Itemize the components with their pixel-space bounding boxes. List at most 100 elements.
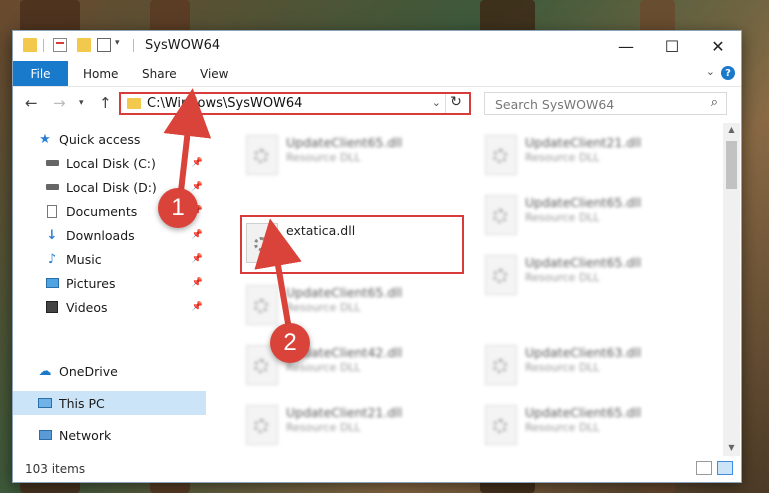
- sidebar-item-pictures[interactable]: Pictures 📌: [13, 271, 206, 295]
- file-name: UpdateClient65.dll: [286, 135, 403, 150]
- sidebar-item-label: Downloads: [66, 227, 135, 243]
- file-item[interactable]: UpdateClient65.dll Resource DLL: [479, 191, 699, 249]
- forward-arrow-icon[interactable]: →: [53, 94, 66, 112]
- up-arrow-icon[interactable]: ↑: [99, 94, 112, 112]
- file-type: Resource DLL: [525, 361, 600, 374]
- step-badge-1: 1: [158, 188, 198, 228]
- address-bar[interactable]: C:\Windows\SysWOW64 ⌄ ↻: [119, 92, 471, 115]
- close-button[interactable]: ✕: [695, 31, 741, 61]
- new-folder-icon[interactable]: [77, 38, 91, 52]
- video-icon: [44, 299, 60, 315]
- separator: [133, 39, 134, 52]
- computer-icon: [37, 395, 53, 411]
- sidebar-item-label: Videos: [66, 299, 108, 315]
- tab-share[interactable]: Share: [142, 61, 177, 86]
- file-type: Resource DLL: [286, 421, 361, 434]
- customize-dropdown-icon[interactable]: ▾: [115, 38, 120, 48]
- chevron-down-icon[interactable]: ⌄: [706, 65, 715, 78]
- properties-icon[interactable]: [53, 38, 67, 52]
- sidebar-item-label: Network: [59, 427, 112, 443]
- file-item[interactable]: UpdateClient65.dll Resource DLL: [479, 401, 699, 453]
- file-item[interactable]: UpdateClient21.dll Resource DLL: [479, 131, 699, 189]
- minimize-button[interactable]: —: [603, 31, 649, 61]
- sidebar-item-quick-access[interactable]: ★ Quick access: [13, 127, 206, 151]
- file-name: UpdateClient65.dll: [525, 255, 642, 270]
- search-box[interactable]: ⌕: [484, 92, 727, 115]
- separator: [43, 39, 44, 52]
- search-input[interactable]: [493, 94, 697, 115]
- sidebar-item-music[interactable]: ♪ Music 📌: [13, 247, 206, 271]
- back-arrow-icon[interactable]: ←: [25, 94, 38, 112]
- ribbon-tabs: File Home Share View ⌄ ?: [13, 61, 741, 87]
- drive-icon: [44, 155, 60, 171]
- status-bar: 103 items: [13, 456, 741, 482]
- download-icon: ↓: [46, 227, 58, 243]
- dll-file-icon: [485, 345, 517, 385]
- sidebar-item-label: Music: [66, 251, 102, 267]
- pin-icon[interactable]: 📌: [192, 230, 203, 240]
- chevron-down-icon[interactable]: ⌄: [432, 96, 441, 109]
- scroll-up-icon[interactable]: ▲: [723, 125, 740, 139]
- dll-file-icon: [246, 285, 278, 325]
- document-icon: [44, 203, 60, 219]
- sidebar-item-label: Local Disk (D:): [66, 179, 157, 195]
- rename-icon[interactable]: [97, 38, 111, 52]
- recent-locations-icon[interactable]: ▾: [79, 98, 84, 108]
- folder-icon[interactable]: [23, 38, 37, 52]
- star-icon: ★: [39, 131, 51, 147]
- help-icon[interactable]: ?: [721, 66, 735, 80]
- tab-file[interactable]: File: [13, 61, 68, 86]
- scroll-down-icon[interactable]: ▼: [723, 443, 740, 457]
- picture-icon: [44, 275, 60, 291]
- title-bar: ▾ SysWOW64 — ☐ ✕: [13, 31, 741, 61]
- sidebar-item-this-pc[interactable]: This PC: [13, 391, 206, 415]
- file-name: UpdateClient21.dll: [525, 135, 642, 150]
- file-name: UpdateClient65.dll: [525, 405, 642, 420]
- file-name: UpdateClient21.dll: [286, 405, 403, 420]
- file-item[interactable]: UpdateClient21.dll Resource DLL: [240, 401, 460, 453]
- scroll-thumb[interactable]: [726, 141, 737, 189]
- large-icons-view-icon[interactable]: [717, 461, 733, 475]
- dll-file-icon: [485, 135, 517, 175]
- file-name: UpdateClient65.dll: [525, 195, 642, 210]
- sidebar-item-onedrive[interactable]: ☁ OneDrive: [13, 359, 206, 383]
- file-item[interactable]: UpdateClient63.dll Resource DLL: [479, 341, 699, 399]
- file-type: Resource DLL: [525, 421, 600, 434]
- file-name: UpdateClient65.dll: [286, 285, 403, 300]
- refresh-icon[interactable]: ↻: [445, 94, 466, 113]
- sidebar-item-network[interactable]: Network: [13, 423, 206, 447]
- sidebar-item-label: Documents: [66, 203, 138, 219]
- vertical-scrollbar[interactable]: ▲ ▼: [723, 123, 740, 457]
- pin-icon[interactable]: 📌: [192, 302, 203, 312]
- file-name: UpdateClient63.dll: [525, 345, 642, 360]
- sidebar-item-label: Pictures: [66, 275, 116, 291]
- sidebar-item-label: Quick access: [59, 131, 141, 147]
- file-type: Resource DLL: [525, 271, 600, 284]
- tab-home[interactable]: Home: [83, 61, 118, 86]
- file-type: Resource DLL: [525, 151, 600, 164]
- maximize-button[interactable]: ☐: [649, 31, 695, 61]
- file-item[interactable]: UpdateClient65.dll Resource DLL: [479, 251, 699, 309]
- folder-icon: [127, 98, 141, 109]
- cloud-icon: ☁: [38, 363, 52, 379]
- search-icon[interactable]: ⌕: [711, 95, 718, 110]
- pin-icon[interactable]: 📌: [192, 182, 203, 192]
- file-item[interactable]: UpdateClient65.dll Resource DLL: [240, 131, 460, 189]
- pin-icon[interactable]: 📌: [192, 254, 203, 264]
- sidebar-item-label: This PC: [59, 395, 105, 411]
- pin-icon[interactable]: 📌: [192, 158, 203, 168]
- file-type: Resource DLL: [286, 361, 361, 374]
- sidebar-item-videos[interactable]: Videos 📌: [13, 295, 206, 319]
- file-type: Resource DLL: [286, 301, 361, 314]
- pin-icon[interactable]: 📌: [192, 278, 203, 288]
- tab-view[interactable]: View: [200, 61, 228, 86]
- address-path[interactable]: C:\Windows\SysWOW64: [147, 96, 302, 111]
- dll-file-icon: [485, 195, 517, 235]
- sidebar-item-local-disk-c[interactable]: Local Disk (C:) 📌: [13, 151, 206, 175]
- navigation-bar: ← → ▾ ↑ C:\Windows\SysWOW64 ⌄ ↻ ⌕: [13, 87, 741, 120]
- dll-file-icon: [246, 135, 278, 175]
- drive-icon: [44, 179, 60, 195]
- explorer-window: ▾ SysWOW64 — ☐ ✕ File Home Share View ⌄ …: [12, 30, 742, 483]
- details-view-icon[interactable]: [696, 461, 712, 475]
- highlight-box: [240, 215, 464, 274]
